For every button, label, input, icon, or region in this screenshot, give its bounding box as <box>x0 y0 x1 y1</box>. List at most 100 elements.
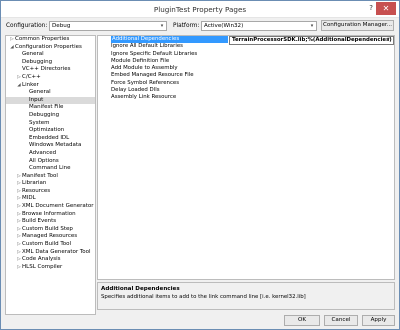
tree-item-label: HLSL Compiler <box>22 263 63 270</box>
tree-item[interactable]: Input <box>6 96 95 105</box>
tree-item-label: Build Events <box>22 218 57 225</box>
property-name: Embed Managed Resource File <box>111 72 194 79</box>
platform-label: Platform: <box>173 23 200 29</box>
apply-button[interactable]: Apply <box>362 315 395 326</box>
tree-item[interactable]: ▷Code Analysis <box>6 256 95 264</box>
property-name: Delay Loaded Dlls <box>111 87 160 94</box>
tree-item-label: System <box>29 119 50 126</box>
chevron-down-icon[interactable]: ▾ <box>385 36 392 43</box>
dialog-buttons: OK Cancel Apply <box>1 313 399 329</box>
property-pages-window: PluginTest Property Pages ? ✕ Configurat… <box>0 0 400 330</box>
property-row[interactable]: Ignore All Default Libraries <box>98 43 394 50</box>
tree-item-label: Input <box>29 96 44 103</box>
tree-item-label: Custom Build Step <box>22 225 73 232</box>
configuration-bar: Configuration: Debug ▾ Platform: Active(… <box>1 19 399 33</box>
chevron-down-icon: ▾ <box>310 23 314 29</box>
tree-item-label: General <box>22 51 44 58</box>
property-name: Module Definition File <box>111 57 170 64</box>
tree-item[interactable]: ◢Linker <box>6 82 95 90</box>
tree-item-label: Advanced <box>29 149 57 156</box>
tree-item[interactable]: ▷C/C++ <box>6 74 95 82</box>
tree-item-label: Code Analysis <box>22 256 61 263</box>
tree-item-label: XML Data Generator Tool <box>22 248 91 255</box>
tree-item[interactable]: Embedded IDL <box>6 135 95 143</box>
tree-item[interactable]: ▷HLSL Compiler <box>6 264 95 272</box>
property-name: Add Module to Assembly <box>111 65 178 72</box>
property-row[interactable]: Additional Dependencies TerrainProcessorS… <box>98 36 394 46</box>
property-name: Assembly Link Resource <box>111 94 177 101</box>
tree-item-label: Linker <box>22 81 39 88</box>
property-grid[interactable]: Additional Dependencies TerrainProcessorS… <box>97 35 395 280</box>
tree-item[interactable]: ▷Manifest Tool <box>6 173 95 181</box>
tree-item-label: Common Properties <box>15 36 70 42</box>
property-tree[interactable]: ▷Common Properties ◢Configuration Propert… <box>5 35 96 315</box>
tree-item[interactable]: ▷Managed Resources <box>6 233 95 241</box>
tree-item-label: Debugging <box>29 111 60 118</box>
tree-item[interactable]: General <box>6 89 95 97</box>
tree-item[interactable]: System <box>6 120 95 128</box>
tree-item[interactable]: ▷XML Data Generator Tool <box>6 249 95 257</box>
tree-item-label: Embedded IDL <box>29 134 70 141</box>
platform-select[interactable]: Active(Win32) ▾ <box>201 21 317 31</box>
tree-item[interactable]: ▷Browse Information <box>6 211 95 219</box>
ok-button[interactable]: OK <box>284 315 320 326</box>
description-panel: Additional Dependencies Specifies additi… <box>97 282 395 310</box>
property-name: Ignore All Default Libraries <box>111 43 183 50</box>
property-row[interactable]: Add Module to Assembly <box>98 65 394 72</box>
tree-item-label: MIDL <box>22 195 36 202</box>
property-name: Ignore Specific Default Libraries <box>111 50 198 57</box>
tree-item-label: Manifest Tool <box>22 172 58 179</box>
tree-item[interactable]: ▷Common Properties <box>6 36 95 44</box>
tree-item[interactable]: Windows Metadata <box>6 142 95 150</box>
tree-item[interactable]: ▷MIDL <box>6 195 95 203</box>
property-row[interactable]: Assembly Link Resource <box>98 94 394 101</box>
tree-item[interactable]: Manifest File <box>6 104 95 112</box>
tree-item[interactable]: All Options <box>6 158 95 166</box>
description-text: Specifies additional items to add to the… <box>101 294 306 300</box>
title-bar: PluginTest Property Pages ? ✕ <box>1 1 399 18</box>
property-row[interactable]: Ignore Specific Default Libraries <box>98 51 394 58</box>
tree-item[interactable]: ▷Custom Build Tool <box>6 241 95 249</box>
tree-item[interactable]: Debugging <box>6 59 95 67</box>
tree-item[interactable]: General <box>6 51 95 59</box>
tree-item-label: All Options <box>29 157 59 164</box>
tree-item-label: Custom Build Tool <box>22 241 72 248</box>
tree-item[interactable]: VC++ Directories <box>6 66 95 74</box>
property-row[interactable]: Module Definition File <box>98 58 394 65</box>
tree-item[interactable]: Optimization <box>6 127 95 135</box>
description-title: Additional Dependencies <box>101 286 180 292</box>
tree-item[interactable]: ▷XML Document Generator <box>6 203 95 211</box>
chevron-down-icon: ▾ <box>160 23 164 29</box>
tree-item-label: Windows Metadata <box>29 142 82 149</box>
tree-item[interactable]: ▷Librarian <box>6 180 95 188</box>
help-button[interactable]: ? <box>369 4 373 12</box>
configuration-manager-button[interactable]: Configuration Manager... <box>321 20 394 31</box>
property-row[interactable]: Force Symbol References <box>98 80 394 87</box>
configuration-value: Debug <box>52 23 71 29</box>
property-row[interactable]: Delay Loaded Dlls <box>98 87 394 94</box>
tree-item[interactable]: ◢Configuration Properties <box>6 44 95 52</box>
configuration-label: Configuration: <box>6 23 48 29</box>
tree-item[interactable]: ▷Custom Build Step <box>6 226 95 234</box>
platform-value: Active(Win32) <box>204 23 244 29</box>
property-row[interactable]: Embed Managed Resource File <box>98 72 394 79</box>
tree-item-label: Debugging <box>22 58 53 65</box>
tree-item[interactable]: Debugging <box>6 112 95 120</box>
tree-item-label: XML Document Generator <box>22 203 94 210</box>
tree-item-label: Resources <box>22 187 51 194</box>
tree-item-label: Managed Resources <box>22 233 78 240</box>
tree-item-label: Manifest File <box>29 104 64 111</box>
cancel-button[interactable]: Cancel <box>324 315 358 326</box>
configuration-select[interactable]: Debug ▾ <box>49 21 167 31</box>
close-button[interactable]: ✕ <box>376 2 396 15</box>
tree-item[interactable]: Advanced <box>6 150 95 158</box>
tree-item-label: Browse Information <box>22 210 76 217</box>
tree-item[interactable]: ▷Build Events <box>6 218 95 226</box>
window-title: PluginTest Property Pages <box>153 5 247 14</box>
tree-item-label: Optimization <box>29 127 65 134</box>
tree-item-label: Configuration Properties <box>15 43 82 50</box>
tree-item[interactable]: ▷Resources <box>6 188 95 196</box>
tree-item[interactable]: Command Line <box>6 165 95 173</box>
property-name: Additional Dependencies <box>111 36 228 44</box>
tree-item-label: Librarian <box>22 180 47 187</box>
